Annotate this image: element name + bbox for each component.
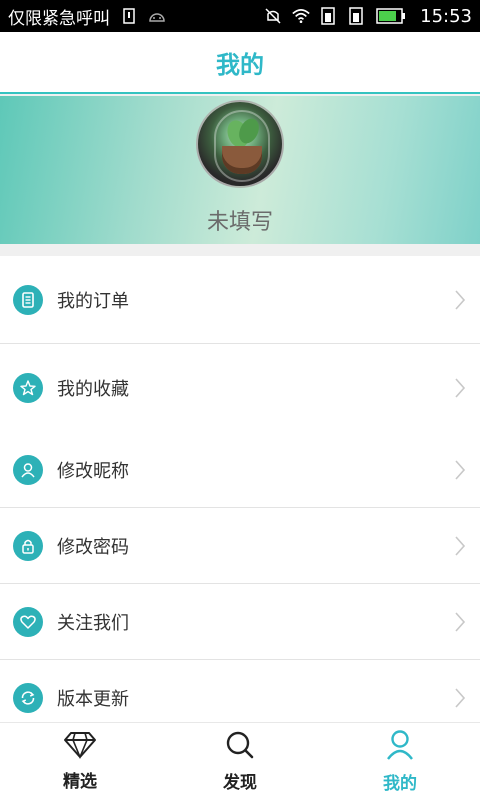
menu-item-label: 关注我们: [57, 612, 129, 634]
page-title: 我的: [216, 50, 264, 79]
order-icon: [13, 284, 43, 315]
menu-item-label: 我的收藏: [57, 379, 129, 400]
star-icon: [13, 373, 43, 403]
menu-item-label: 修改密码: [57, 536, 129, 558]
lock-icon: [13, 530, 43, 561]
chevron-right-icon: [452, 686, 468, 710]
nav-label: 发现: [223, 773, 257, 793]
chevron-right-icon: [452, 458, 468, 482]
nav-item-mine[interactable]: 我的: [320, 723, 480, 800]
menu-item-my-favorites[interactable]: 我的收藏: [0, 344, 480, 432]
android-icon: [148, 7, 166, 25]
menu-item-label: 版本更新: [57, 689, 129, 710]
sim-icon: [120, 7, 138, 25]
menu-item-edit-nickname[interactable]: 修改昵称: [0, 432, 480, 508]
sim1-icon: [320, 7, 338, 25]
menu-group-orders: 我的订单 我的收藏: [0, 256, 480, 432]
title-bar: 我的: [0, 32, 480, 94]
menu-group-settings: 修改昵称 修改密码 关注我们 版本更新: [0, 432, 480, 736]
bottom-nav: 精选 发现 我的: [0, 722, 480, 800]
chevron-right-icon: [452, 534, 468, 558]
chevron-right-icon: [452, 376, 468, 400]
username[interactable]: 未填写: [207, 204, 273, 236]
mute-icon: [264, 7, 282, 25]
nav-label: 精选: [63, 772, 97, 792]
chevron-right-icon: [452, 610, 468, 634]
heart-icon: [13, 606, 43, 637]
menu-item-change-password[interactable]: 修改密码: [0, 508, 480, 584]
nav-item-featured[interactable]: 精选: [0, 723, 160, 800]
avatar[interactable]: [196, 100, 284, 188]
person-icon: [385, 729, 415, 765]
menu-item-label: 修改昵称: [57, 460, 129, 482]
menu-item-label: 我的订单: [57, 290, 129, 312]
chevron-right-icon: [452, 288, 468, 312]
status-time: 15:53: [420, 5, 472, 27]
battery-icon: [376, 7, 406, 25]
profile-header[interactable]: 未填写: [0, 96, 480, 244]
menu-item-my-orders[interactable]: 我的订单: [0, 256, 480, 344]
refresh-icon: [13, 683, 43, 713]
sim2-icon: [348, 7, 366, 25]
search-icon: [225, 730, 255, 764]
wifi-icon: [292, 7, 310, 25]
status-bar: 仅限紧急呼叫 15:53: [0, 0, 480, 32]
diamond-icon: [63, 731, 97, 763]
carrier-text: 仅限紧急呼叫: [8, 8, 110, 29]
nav-item-discover[interactable]: 发现: [160, 723, 320, 800]
menu-item-follow-us[interactable]: 关注我们: [0, 584, 480, 660]
nav-label: 我的: [383, 774, 417, 794]
user-icon: [13, 454, 43, 485]
